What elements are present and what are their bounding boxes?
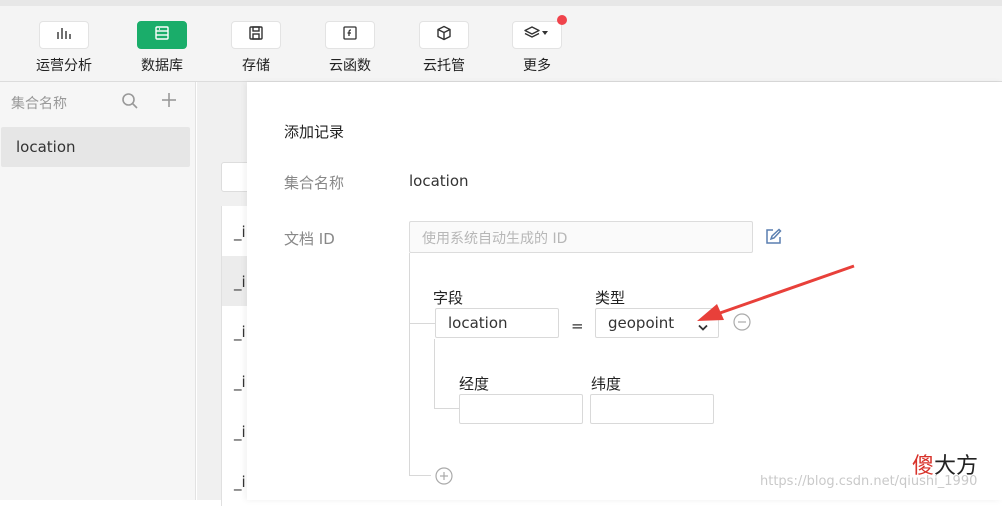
tree-line — [434, 408, 459, 409]
sidebar-header: 集合名称 — [11, 96, 67, 112]
chevron-down-icon — [698, 318, 708, 336]
function-icon — [342, 25, 358, 45]
remove-field-icon[interactable] — [733, 313, 751, 335]
list-item: _i — [234, 473, 246, 491]
sidebar-item-location[interactable]: location — [1, 127, 190, 167]
cube-icon — [436, 25, 452, 45]
type-select[interactable]: geopoint — [595, 308, 719, 338]
edit-icon[interactable] — [765, 228, 782, 249]
toolbar-label: 存储 — [242, 58, 270, 74]
toolbar-label: 数据库 — [141, 58, 183, 74]
add-collection-icon[interactable] — [160, 91, 178, 113]
toolbar-label: 运营分析 — [36, 58, 92, 74]
toolbar-label: 更多 — [523, 58, 551, 74]
field-name-input[interactable]: location — [435, 308, 559, 338]
layers-icon — [524, 25, 550, 45]
tree-line — [434, 339, 435, 409]
search-icon[interactable] — [121, 92, 139, 114]
tree-line — [409, 323, 435, 324]
latitude-label: 纬度 — [591, 375, 622, 393]
doc-id-input[interactable]: 使用系统自动生成的 ID — [409, 221, 753, 253]
background-record-list: _i _i _i _i _i _i — [221, 206, 248, 506]
doc-id-label: 文档 ID — [284, 230, 335, 248]
longitude-input[interactable] — [459, 394, 583, 424]
add-record-dialog: 添加记录 集合名称 location 文档 ID 使用系统自动生成的 ID 字段… — [247, 82, 1002, 500]
database-icon — [154, 25, 170, 45]
longitude-label: 经度 — [459, 375, 490, 393]
toolbar-label: 云托管 — [423, 58, 465, 74]
tree-line — [409, 475, 431, 476]
list-item: _i — [234, 223, 246, 241]
toolbar-label: 云函数 — [329, 58, 371, 74]
list-item: _i — [222, 256, 248, 306]
collection-name-value: location — [409, 172, 469, 190]
toolbar-item-database[interactable]: 数据库 — [127, 21, 197, 75]
tree-line — [409, 253, 410, 476]
list-item: _i — [234, 373, 246, 391]
dialog-title: 添加记录 — [284, 123, 345, 141]
list-item: _i — [234, 423, 246, 441]
list-item: _i — [234, 323, 246, 341]
toolbar-item-analytics[interactable]: 运营分析 — [29, 21, 99, 75]
bar-chart-icon — [56, 25, 72, 45]
toolbar-item-cloud-functions[interactable]: 云函数 — [315, 21, 385, 75]
toolbar: 运营分析 数据库 存储 云函数 云托管 更多 — [0, 6, 1002, 82]
equals-sign: = — [571, 317, 584, 335]
type-select-value: geopoint — [608, 314, 675, 332]
notification-dot — [557, 15, 567, 25]
save-icon — [248, 25, 264, 45]
collection-name-label: 集合名称 — [284, 174, 345, 192]
latitude-input[interactable] — [590, 394, 714, 424]
collection-sidebar: 集合名称 location — [0, 82, 196, 500]
toolbar-item-storage[interactable]: 存储 — [221, 21, 291, 75]
watermark-url: https://blog.csdn.net/qiushi_1990 — [760, 474, 978, 489]
type-header: 类型 — [595, 289, 626, 307]
field-header: 字段 — [433, 289, 464, 307]
add-field-icon[interactable] — [435, 467, 453, 489]
toolbar-item-more[interactable]: 更多 — [502, 15, 572, 75]
toolbar-item-cloud-hosting[interactable]: 云托管 — [409, 21, 479, 75]
